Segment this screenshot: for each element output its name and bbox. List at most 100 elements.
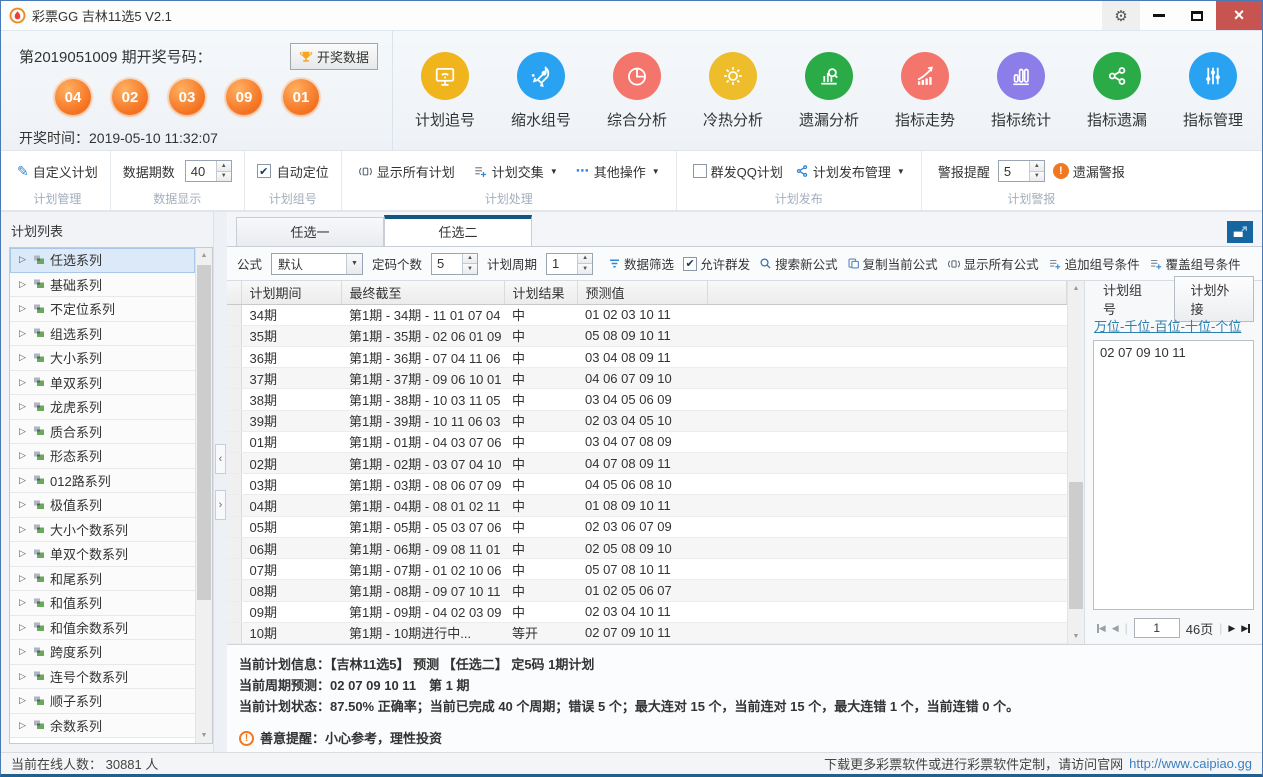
alert-stepper[interactable]: 5 ▲▼ [998,160,1045,182]
group-numbers-box[interactable]: 02 07 09 10 11 [1093,340,1254,610]
miss-alert-button[interactable]: ! 遗漏警报 [1053,162,1125,181]
spin-up-icon[interactable]: ▲ [1030,161,1044,171]
sidebar-series-item[interactable]: ▷ 和尾系列 [10,567,195,592]
tool-indicator-omission[interactable]: 指标遗漏 [1069,52,1165,130]
sidebar-series-item[interactable]: ▷ 基础系列 [10,273,195,298]
sidebar-series-item[interactable]: ▷ 不定位系列 [10,297,195,322]
sidebar-series-item[interactable]: ▷ 012路系列 [10,469,195,494]
sidebar-series-item[interactable]: ▷ 形态系列 [10,444,195,469]
expand-triangle-icon[interactable]: ▷ [19,377,28,388]
append-group-condition-button[interactable]: 追加组号条件 [1048,254,1140,273]
tool-omission-analysis[interactable]: 遗漏分析 [781,52,877,130]
expand-triangle-icon[interactable]: ▷ [19,622,28,633]
sidebar-series-item[interactable]: ▷ 大小系列 [10,346,195,371]
data-filter-button[interactable]: 数据筛选 [608,254,674,273]
qq-send-checkbox-row[interactable]: 群发QQ计划 [693,162,783,181]
tool-hot-cold-analysis[interactable]: 冷热分析 [685,52,781,130]
sidebar-series-item[interactable]: ▷ 余数系列 [10,714,195,739]
table-row[interactable]: 03期 第1期 - 03期 - 08 06 07 09 02 中 04 05 0… [227,474,1067,495]
expand-triangle-icon[interactable]: ▷ [19,499,28,510]
sidebar-series-item[interactable]: ▷ 连号个数系列 [10,665,195,690]
tool-indicator-statistics[interactable]: 指标统计 [973,52,1069,130]
formula-select[interactable]: 默认 ▼ [271,253,363,275]
table-row[interactable]: 34期 第1期 - 34期 - 11 01 07 04 09 中 01 02 0… [227,304,1067,325]
sidebar-series-item[interactable]: ▷ 顺子系列 [10,689,195,714]
expand-triangle-icon[interactable]: ▷ [19,328,28,339]
other-operations-button[interactable]: ⋯ 其他操作 ▼ [576,162,660,181]
close-button[interactable]: × [1216,1,1262,30]
table-row[interactable]: 01期 第1期 - 01期 - 04 03 07 06 02 中 03 04 0… [227,431,1067,452]
allow-group-send-row[interactable]: ✔ 允许群发 [683,254,750,273]
expand-triangle-icon[interactable]: ▷ [19,352,28,363]
sidebar-series-item[interactable]: ▷ 单双系列 [10,371,195,396]
table-row[interactable]: 38期 第1期 - 38期 - 10 03 11 05 04 中 03 04 0… [227,389,1067,410]
spin-down-icon[interactable]: ▼ [1030,171,1044,182]
cycle-stepper[interactable]: 1 ▲▼ [546,253,593,275]
scroll-up-icon[interactable]: ▲ [1068,281,1084,296]
spin-up-icon[interactable]: ▲ [463,254,477,264]
sidebar-series-item[interactable]: ▷ 组选系列 [10,322,195,347]
scroll-down-icon[interactable]: ▼ [196,728,212,743]
spin-down-icon[interactable]: ▼ [463,263,477,274]
expand-triangle-icon[interactable]: ▷ [19,475,28,486]
settings-gear-button[interactable]: ⚙ [1102,1,1140,30]
digits-stepper[interactable]: 5 ▲▼ [431,253,478,275]
tool-plan-chase[interactable]: 计划追号 [397,52,493,130]
sidebar-series-item[interactable]: ▷ 极值系列 [10,493,195,518]
scrollbar-thumb[interactable] [1069,482,1083,609]
expand-triangle-icon[interactable]: ▷ [19,450,28,461]
publish-manage-button[interactable]: 计划发布管理 ▼ [795,162,905,181]
show-all-plans-button[interactable]: 显示所有计划 [358,162,455,181]
minimize-button[interactable] [1140,1,1178,30]
allow-group-send-checkbox[interactable]: ✔ [683,257,697,271]
scroll-down-icon[interactable]: ▼ [1068,629,1084,644]
table-row[interactable]: 06期 第1期 - 06期 - 09 08 11 01 10 中 02 05 0… [227,537,1067,558]
search-formula-button[interactable]: 搜索新公式 [759,254,838,273]
position-link[interactable]: 万位-千位-百位-十位-个位 [1093,312,1254,340]
table-row[interactable]: 04期 第1期 - 04期 - 08 01 02 11 09 中 01 08 0… [227,495,1067,516]
maximize-button[interactable] [1178,1,1216,30]
override-group-condition-button[interactable]: 覆盖组号条件 [1149,254,1241,273]
expand-triangle-icon[interactable]: ▷ [19,426,28,437]
maximize-panel-button[interactable] [1227,221,1253,243]
expand-triangle-icon[interactable]: ▷ [19,279,28,290]
sidebar-series-item[interactable]: ▷ 和值余数系列 [10,616,195,641]
expand-triangle-icon[interactable]: ▷ [19,548,28,559]
table-row[interactable]: 37期 第1期 - 37期 - 09 06 10 01 05 中 04 06 0… [227,368,1067,389]
table-row[interactable]: 02期 第1期 - 02期 - 03 07 04 10 09 中 04 07 0… [227,453,1067,474]
tab-renxuan-1[interactable]: 任选一 [236,217,384,246]
table-row[interactable]: 36期 第1期 - 36期 - 07 04 11 06 08 中 03 04 0… [227,346,1067,367]
auto-position-checkbox[interactable]: ✔ [257,164,271,178]
expand-triangle-icon[interactable]: ▷ [19,401,28,412]
sidebar-scrollbar[interactable]: ▲ ▼ [195,248,212,743]
spin-up-icon[interactable]: ▲ [217,161,231,171]
tool-shrink-group[interactable]: 缩水组号 [493,52,589,130]
expand-triangle-icon[interactable]: ▷ [19,524,28,535]
table-row[interactable]: 08期 第1期 - 08期 - 09 07 10 11 02 中 01 02 0… [227,580,1067,601]
sidebar-series-item[interactable]: ▷ 跨度系列 [10,640,195,665]
spin-up-icon[interactable]: ▲ [578,254,592,264]
sidebar-series-item[interactable]: ▷ 龙虎系列 [10,395,195,420]
expand-right-button[interactable]: › [215,490,226,520]
table-row[interactable]: 09期 第1期 - 09期 - 04 02 03 09 01 中 02 03 0… [227,601,1067,622]
sidebar-series-item[interactable]: ▷ 任选系列 [10,248,195,273]
data-periods-stepper[interactable]: 40 ▲▼ [185,160,232,182]
sidebar-series-item[interactable]: ▷ 大小个数系列 [10,518,195,543]
prev-page-button[interactable]: ◀ [1112,623,1119,634]
qq-send-checkbox[interactable] [693,164,707,178]
table-row[interactable]: 39期 第1期 - 39期 - 10 11 06 03 01 中 02 03 0… [227,410,1067,431]
table-row[interactable]: 07期 第1期 - 07期 - 01 02 10 06 05 中 05 07 0… [227,559,1067,580]
sidebar-series-item[interactable]: ▷ 单双个数系列 [10,542,195,567]
show-all-formulas-button[interactable]: 显示所有公式 [947,254,1039,273]
page-number-input[interactable]: 1 [1134,618,1180,638]
tool-comprehensive-analysis[interactable]: 综合分析 [589,52,685,130]
spin-down-icon[interactable]: ▼ [578,263,592,274]
first-page-button[interactable]: ◀ [1097,623,1106,634]
expand-triangle-icon[interactable]: ▷ [19,671,28,682]
sidebar-series-item[interactable]: ▷ 和值系列 [10,591,195,616]
table-row[interactable]: 35期 第1期 - 35期 - 02 06 01 09 08 中 05 08 0… [227,325,1067,346]
tool-indicator-manage[interactable]: 指标管理 [1165,52,1261,130]
collapse-left-button[interactable]: ‹ [215,444,226,474]
draw-data-button[interactable]: 开奖数据 [290,43,378,70]
next-page-button[interactable]: ▶ [1228,623,1235,634]
